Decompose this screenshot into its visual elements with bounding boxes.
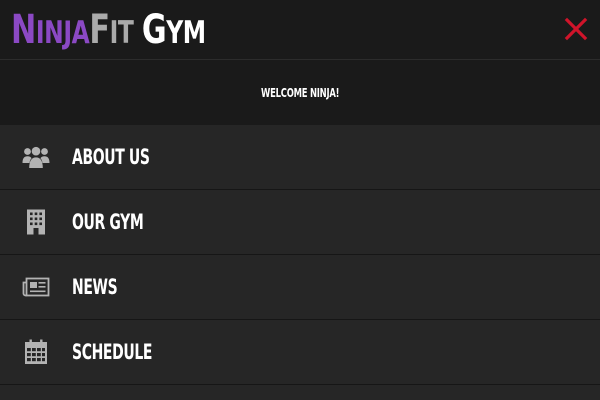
welcome-text: WELCOME NINJA!: [260, 85, 340, 100]
close-icon[interactable]: [563, 16, 589, 42]
app-header: NINJA FIT GYM: [0, 0, 600, 60]
close-menu-button[interactable]: [563, 16, 589, 42]
logo-ninja: NINJA: [11, 7, 90, 53]
logo-gym: GYM: [141, 7, 206, 53]
menu-item-schedule[interactable]: SCHEDULE: [0, 320, 600, 385]
menu-item-label: NEWS: [72, 275, 118, 299]
newspaper-icon: [22, 274, 50, 300]
building-icon: [22, 209, 50, 235]
logo-fit: FIT: [89, 7, 134, 53]
ninjafit-gym-logo[interactable]: NINJA FIT GYM: [11, 7, 206, 53]
nav-menu: ABOUT US OUR GYM NEWS SCHEDULE: [0, 125, 600, 385]
menu-item-our-gym[interactable]: OUR GYM: [0, 190, 600, 255]
menu-item-label: OUR GYM: [72, 210, 144, 234]
menu-item-about-us[interactable]: ABOUT US: [0, 125, 600, 190]
calendar-icon: [22, 339, 50, 365]
menu-item-label: ABOUT US: [72, 145, 150, 169]
menu-item-news[interactable]: NEWS: [0, 255, 600, 320]
welcome-banner: WELCOME NINJA!: [0, 60, 600, 125]
menu-item-label: SCHEDULE: [72, 340, 153, 364]
users-icon: [22, 144, 50, 170]
